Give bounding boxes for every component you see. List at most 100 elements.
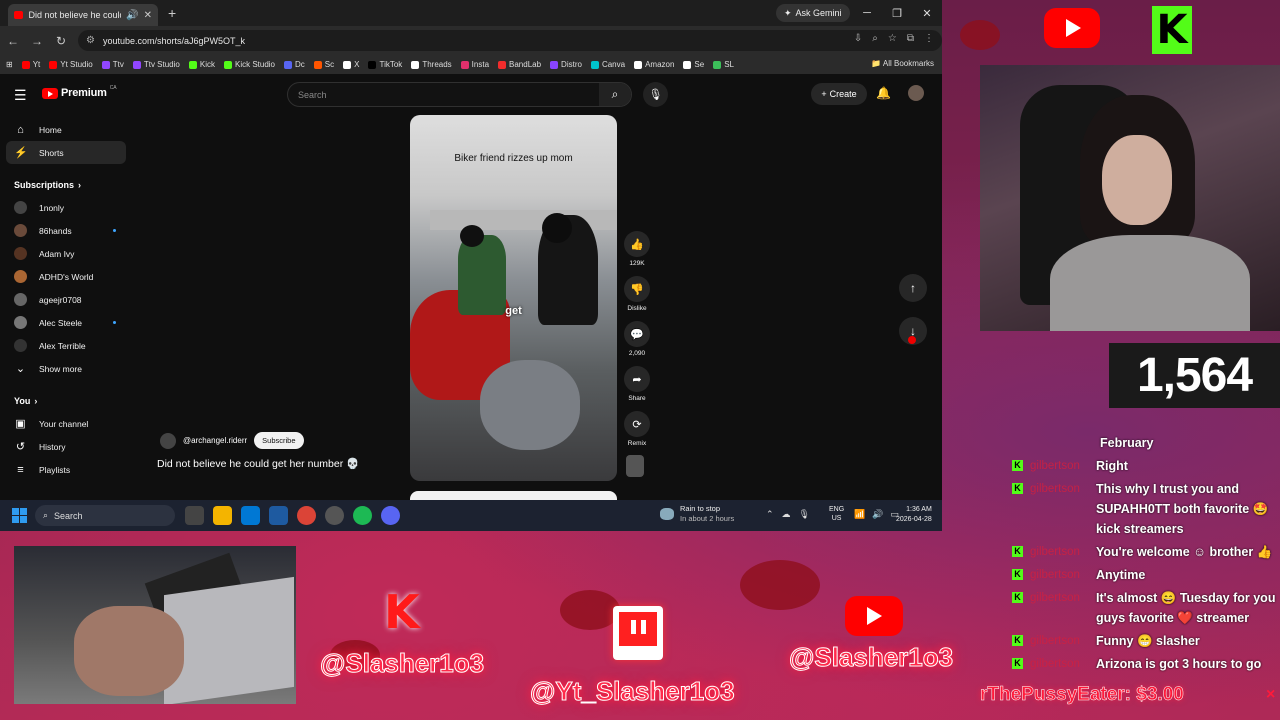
apps-grid-icon[interactable]: ⊞ (6, 60, 13, 69)
back-icon[interactable]: ← (2, 34, 24, 48)
bookmark-item[interactable]: Se (683, 60, 704, 69)
bookmark-item[interactable]: Distro (550, 60, 582, 69)
sidebar-subscription[interactable]: 86hands (6, 219, 126, 242)
like-count: 129K (629, 260, 645, 267)
weather-widget[interactable]: Rain to stop In about 2 hours (660, 504, 734, 524)
bookmark-item[interactable]: Ttv (101, 60, 124, 69)
sidebar-subscription[interactable]: Alex Terrible (6, 334, 126, 357)
file-explorer-icon[interactable] (213, 506, 232, 525)
volume-icon[interactable]: 🔊 (872, 509, 883, 520)
hamburger-menu-icon[interactable]: ☰ (14, 87, 27, 104)
windows-start-icon[interactable] (12, 508, 27, 523)
creator-handle[interactable]: @archangel.riderr (183, 436, 247, 445)
subscriptions-heading[interactable]: Subscriptions › (6, 174, 126, 196)
creator-avatar[interactable] (160, 432, 176, 449)
sidebar-subscription[interactable]: Adam Ivy (6, 242, 126, 265)
sidebar-subscription[interactable]: ageejr0708 (6, 288, 126, 311)
sound-thumbnail[interactable] (626, 455, 644, 477)
site-info-icon[interactable]: ⚙ (86, 35, 95, 46)
create-button[interactable]: + Create (811, 83, 867, 105)
youtube-logo[interactable]: Premium CA (42, 85, 117, 99)
previous-short-arrow-icon[interactable]: ↑ (899, 274, 927, 302)
audio-icon[interactable]: 🔊 (126, 10, 138, 21)
sidebar-item-home[interactable]: ⌂ Home (6, 118, 126, 141)
subscribe-button[interactable]: Subscribe (254, 432, 304, 449)
close-tab-icon[interactable]: ✕ (144, 10, 152, 21)
chevron-up-icon[interactable]: ⌃ (766, 509, 774, 520)
wifi-icon[interactable]: 📶 (854, 509, 865, 520)
spotify-icon[interactable] (353, 506, 372, 525)
bookmark-item[interactable]: TikTok (368, 60, 402, 69)
bookmark-item[interactable]: Yt (21, 60, 40, 69)
bookmark-item[interactable]: Kick (188, 60, 215, 69)
browser-tab[interactable]: Did not believe he could ge 🔊 ✕ (8, 4, 158, 26)
dislike-icon[interactable]: 👎 (624, 276, 650, 302)
obs-icon[interactable] (325, 506, 344, 525)
you-heading[interactable]: You › (6, 390, 126, 412)
bookmark-item[interactable]: Dc (284, 60, 305, 69)
search-icon[interactable]: ⌕ (599, 83, 631, 106)
bookmark-item[interactable]: Kick Studio (223, 60, 275, 69)
all-bookmarks-button[interactable]: 📁 All Bookmarks (871, 59, 934, 68)
new-tab-icon[interactable]: + (168, 5, 176, 21)
streamer-webcam (980, 65, 1280, 331)
ask-gemini-button[interactable]: ✦ Ask Gemini (776, 4, 850, 22)
taskbar-search[interactable]: ⌕ Search (35, 505, 175, 526)
bookmark-item[interactable]: Ttv Studio (132, 60, 180, 69)
restore-icon[interactable]: ❐ (882, 0, 912, 26)
bookmark-item[interactable]: Sc (313, 60, 334, 69)
app-icon[interactable] (269, 506, 288, 525)
microphone-icon[interactable]: 🎙 (643, 82, 668, 107)
bookmark-item[interactable]: BandLab (498, 60, 541, 69)
share-icon[interactable]: ➦ (624, 366, 650, 392)
store-icon[interactable] (241, 506, 260, 525)
comments-icon[interactable]: 💬 (624, 321, 650, 347)
show-more-button[interactable]: ⌄ Show more (6, 357, 126, 380)
blood-splatter (740, 560, 820, 610)
sidebar-item-shorts[interactable]: ⚡ Shorts (6, 141, 126, 164)
bookmark-item[interactable]: SL (713, 60, 734, 69)
close-window-icon[interactable]: ✕ (912, 0, 942, 26)
short-video-player[interactable]: Biker friend rizzes up mom get (410, 115, 617, 481)
discord-icon[interactable] (381, 506, 400, 525)
bookmark-item[interactable]: Threads (411, 60, 452, 69)
bookmark-icon (550, 60, 559, 69)
sidebar-item-history[interactable]: ↺ History (6, 435, 126, 458)
bookmark-item[interactable]: Canva (590, 60, 625, 69)
account-avatar[interactable] (908, 85, 924, 101)
search-input[interactable]: Search ⌕ (287, 82, 632, 107)
bookmark-item[interactable]: X (343, 60, 359, 69)
channel-avatar (14, 339, 27, 352)
tab-title: Did not believe he could ge (28, 10, 121, 20)
remix-icon[interactable]: ⟳ (624, 411, 650, 437)
url-field[interactable]: ⚙ youtube.com/shorts/aJ6gPW5OT_k ⇩ ⌕ ☆ ⧉… (78, 30, 942, 51)
install-icon[interactable]: ⇩ (854, 33, 862, 44)
forward-icon[interactable]: → (26, 34, 48, 48)
system-clock[interactable]: 1:36 AM 2026-04-28 (896, 505, 932, 525)
youtube-header: ☰ Premium CA Search ⌕ 🎙 + Create 🔔 (0, 74, 942, 116)
minimize-icon[interactable]: ─ (852, 0, 882, 26)
sidebar-item-playlists[interactable]: ≡ Playlists (6, 458, 126, 481)
like-icon[interactable]: 👍 (624, 231, 650, 257)
onedrive-icon[interactable]: ☁ (782, 509, 791, 520)
video-caption: Biker friend rizzes up mom (454, 153, 573, 164)
extensions-icon[interactable]: ⧉ (907, 33, 914, 44)
task-view-icon[interactable] (185, 506, 204, 525)
video-title[interactable]: Did not believe he could get her number … (157, 457, 359, 470)
bookmark-item[interactable]: Amazon (634, 60, 674, 69)
menu-dots-icon[interactable]: ⋮ (924, 33, 934, 44)
chrome-icon[interactable] (297, 506, 316, 525)
sidebar-subscription[interactable]: Alec Steele (6, 311, 126, 334)
zoom-icon[interactable]: ⌕ (872, 33, 878, 44)
bookmark-star-icon[interactable]: ☆ (888, 33, 897, 44)
microphone-icon[interactable]: 🎙 (799, 509, 810, 520)
bookmark-item[interactable]: Insta (460, 60, 489, 69)
bookmark-item[interactable]: Yt Studio (49, 60, 93, 69)
sidebar-subscription[interactable]: 1nonly (6, 196, 126, 219)
sidebar-subscription[interactable]: ADHD's World (6, 265, 126, 288)
sidebar-item-your-channel[interactable]: ▣ Your channel (6, 412, 126, 435)
channel-avatar (14, 247, 27, 260)
notifications-bell-icon[interactable]: 🔔 (876, 86, 891, 100)
language-indicator[interactable]: ENG US (829, 505, 844, 523)
reload-icon[interactable]: ↻ (50, 34, 72, 48)
